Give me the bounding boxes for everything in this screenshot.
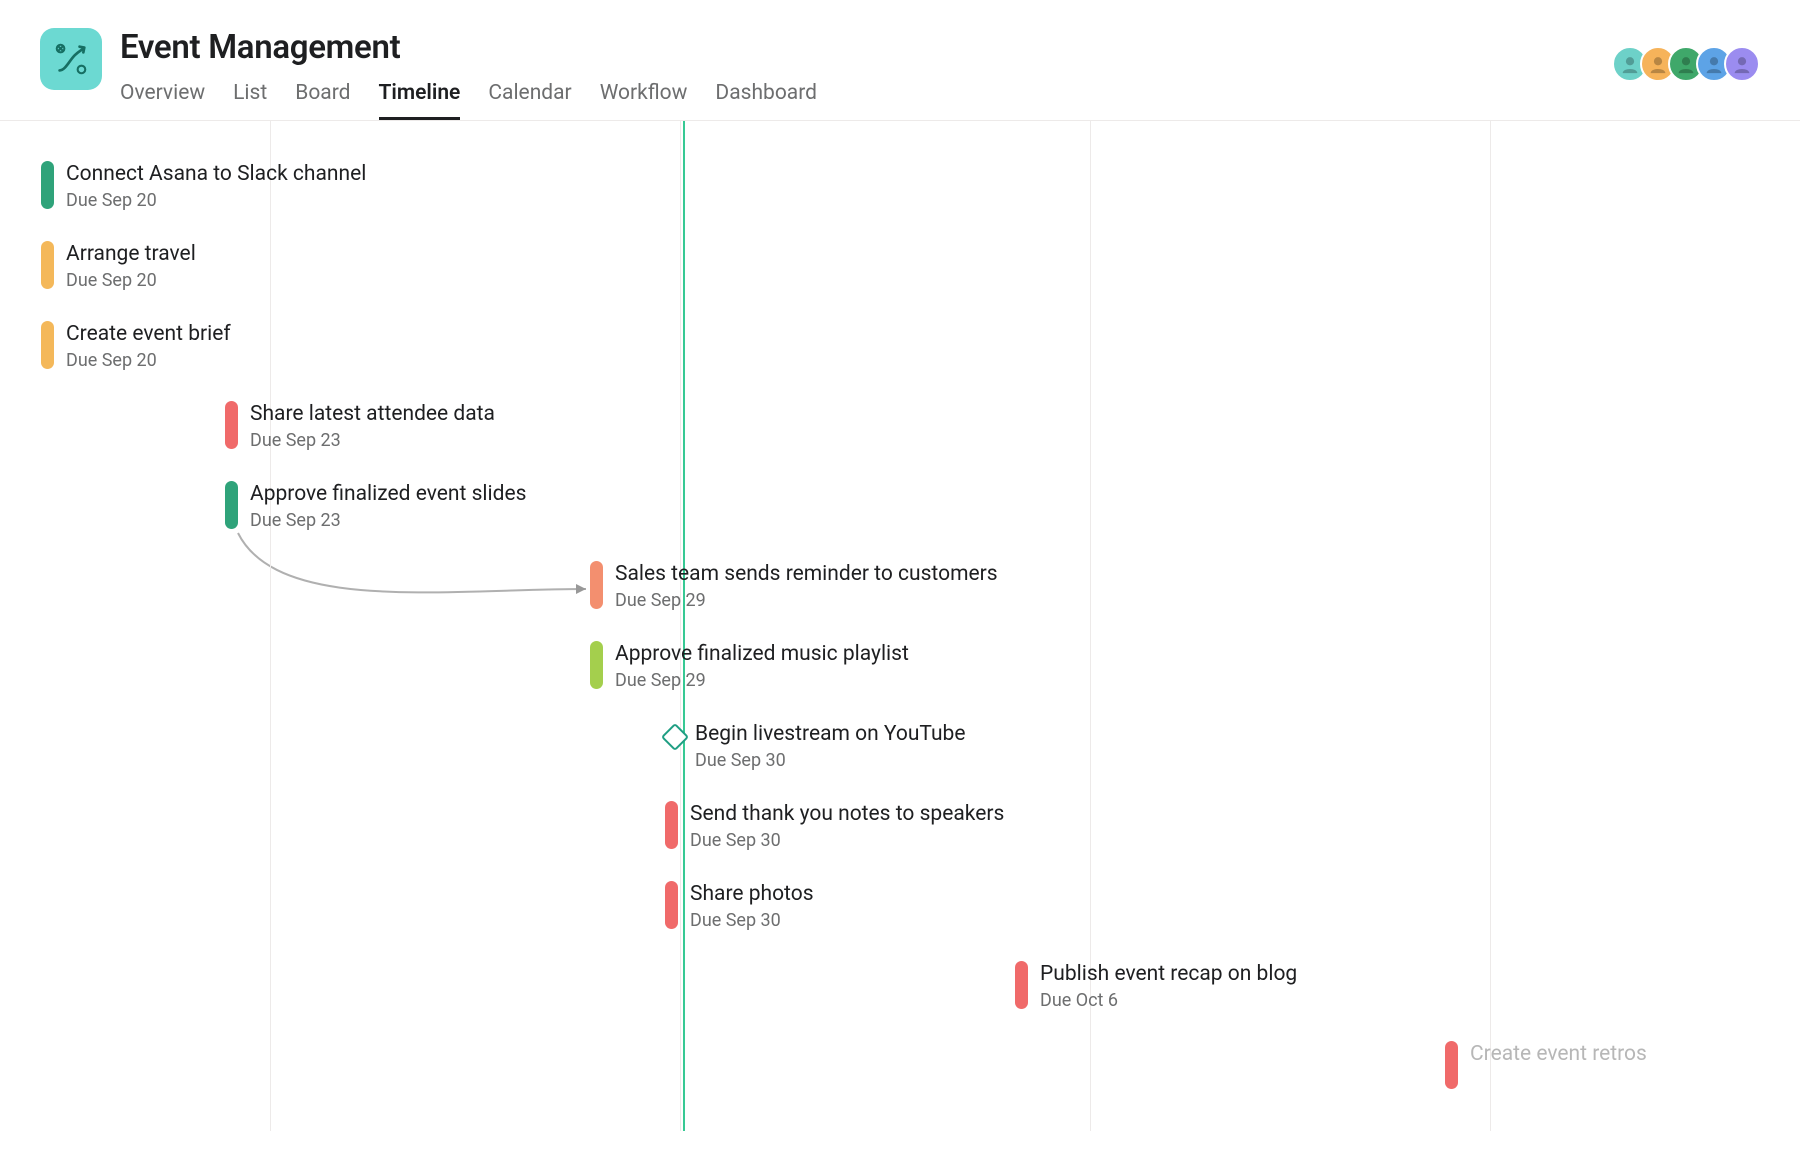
tabs: Overview List Board Timeline Calendar Workflo… (120, 81, 1620, 120)
task-text: Publish event recap on blogDue Oct 6 (1040, 961, 1297, 1011)
task-due: Due Sep 29 (615, 670, 909, 691)
tab-workflow[interactable]: Workflow (600, 81, 688, 120)
task-10[interactable]: Publish event recap on blogDue Oct 6 (1015, 961, 1297, 1011)
task-pill (225, 481, 238, 529)
tab-timeline[interactable]: Timeline (379, 81, 461, 120)
task-text: Send thank you notes to speakersDue Sep … (690, 801, 1004, 851)
avatar-4[interactable] (1724, 46, 1760, 82)
project-icon (40, 28, 102, 90)
task-2[interactable]: Create event briefDue Sep 20 (41, 321, 231, 371)
task-text: Begin livestream on YouTubeDue Sep 30 (695, 721, 965, 771)
task-title: Approve finalized event slides (250, 481, 526, 508)
timeline-canvas[interactable]: Connect Asana to Slack channelDue Sep 20… (0, 121, 1800, 1131)
task-text: Create event retros (1470, 1041, 1647, 1068)
tab-calendar[interactable]: Calendar (488, 81, 571, 120)
task-pill (665, 881, 678, 929)
task-pill (1015, 961, 1028, 1009)
task-9[interactable]: Share photosDue Sep 30 (665, 881, 814, 931)
today-line (683, 121, 685, 1131)
task-pill (665, 801, 678, 849)
task-1[interactable]: Arrange travelDue Sep 20 (41, 241, 196, 291)
task-11[interactable]: Create event retros (1445, 1041, 1647, 1089)
tab-board[interactable]: Board (295, 81, 350, 120)
task-due: Due Sep 20 (66, 270, 196, 291)
milestone-icon (661, 723, 689, 751)
task-title: Connect Asana to Slack channel (66, 161, 366, 188)
task-pill (41, 321, 54, 369)
task-title: Create event retros (1470, 1041, 1647, 1068)
task-text: Arrange travelDue Sep 20 (66, 241, 196, 291)
task-text: Approve finalized event slidesDue Sep 23 (250, 481, 526, 531)
task-3[interactable]: Share latest attendee dataDue Sep 23 (225, 401, 495, 451)
task-pill (1445, 1041, 1458, 1089)
gridline (270, 121, 271, 1131)
task-text: Connect Asana to Slack channelDue Sep 20 (66, 161, 366, 211)
task-due: Due Sep 30 (690, 830, 1004, 851)
task-6[interactable]: Approve finalized music playlistDue Sep … (590, 641, 909, 691)
task-title: Sales team sends reminder to customers (615, 561, 998, 588)
task-5[interactable]: Sales team sends reminder to customersDu… (590, 561, 998, 611)
task-pill (41, 161, 54, 209)
task-text: Approve finalized music playlistDue Sep … (615, 641, 909, 691)
avatar-stack[interactable] (1620, 28, 1760, 82)
task-4[interactable]: Approve finalized event slidesDue Sep 23 (225, 481, 526, 531)
project-title: Event Management (120, 28, 1620, 67)
task-title: Approve finalized music playlist (615, 641, 909, 668)
task-title: Share photos (690, 881, 814, 908)
task-due: Due Sep 29 (615, 590, 998, 611)
task-due: Due Sep 20 (66, 350, 231, 371)
task-text: Share latest attendee dataDue Sep 23 (250, 401, 495, 451)
tab-dashboard[interactable]: Dashboard (715, 81, 817, 120)
header: Event Management Overview List Board Timeli… (0, 0, 1800, 120)
task-pill (41, 241, 54, 289)
task-text: Share photosDue Sep 30 (690, 881, 814, 931)
task-7[interactable]: Begin livestream on YouTubeDue Sep 30 (665, 721, 965, 771)
task-due: Due Sep 30 (695, 750, 965, 771)
task-due: Due Sep 23 (250, 510, 526, 531)
task-title: Send thank you notes to speakers (690, 801, 1004, 828)
project-glyph-icon (52, 40, 90, 78)
task-due: Due Sep 30 (690, 910, 814, 931)
tab-overview[interactable]: Overview (120, 81, 205, 120)
task-due: Due Sep 20 (66, 190, 366, 211)
header-main: Event Management Overview List Board Timeli… (120, 28, 1620, 120)
task-pill (590, 561, 603, 609)
gridline (680, 121, 681, 1131)
task-title: Share latest attendee data (250, 401, 495, 428)
tab-list[interactable]: List (233, 81, 267, 120)
task-due: Due Oct 6 (1040, 990, 1297, 1011)
task-title: Begin livestream on YouTube (695, 721, 965, 748)
gridline (1490, 121, 1491, 1131)
task-text: Create event briefDue Sep 20 (66, 321, 231, 371)
task-0[interactable]: Connect Asana to Slack channelDue Sep 20 (41, 161, 366, 211)
task-pill (225, 401, 238, 449)
task-pill (590, 641, 603, 689)
task-title: Publish event recap on blog (1040, 961, 1297, 988)
task-8[interactable]: Send thank you notes to speakersDue Sep … (665, 801, 1004, 851)
task-title: Arrange travel (66, 241, 196, 268)
task-title: Create event brief (66, 321, 231, 348)
task-due: Due Sep 23 (250, 430, 495, 451)
task-text: Sales team sends reminder to customersDu… (615, 561, 998, 611)
